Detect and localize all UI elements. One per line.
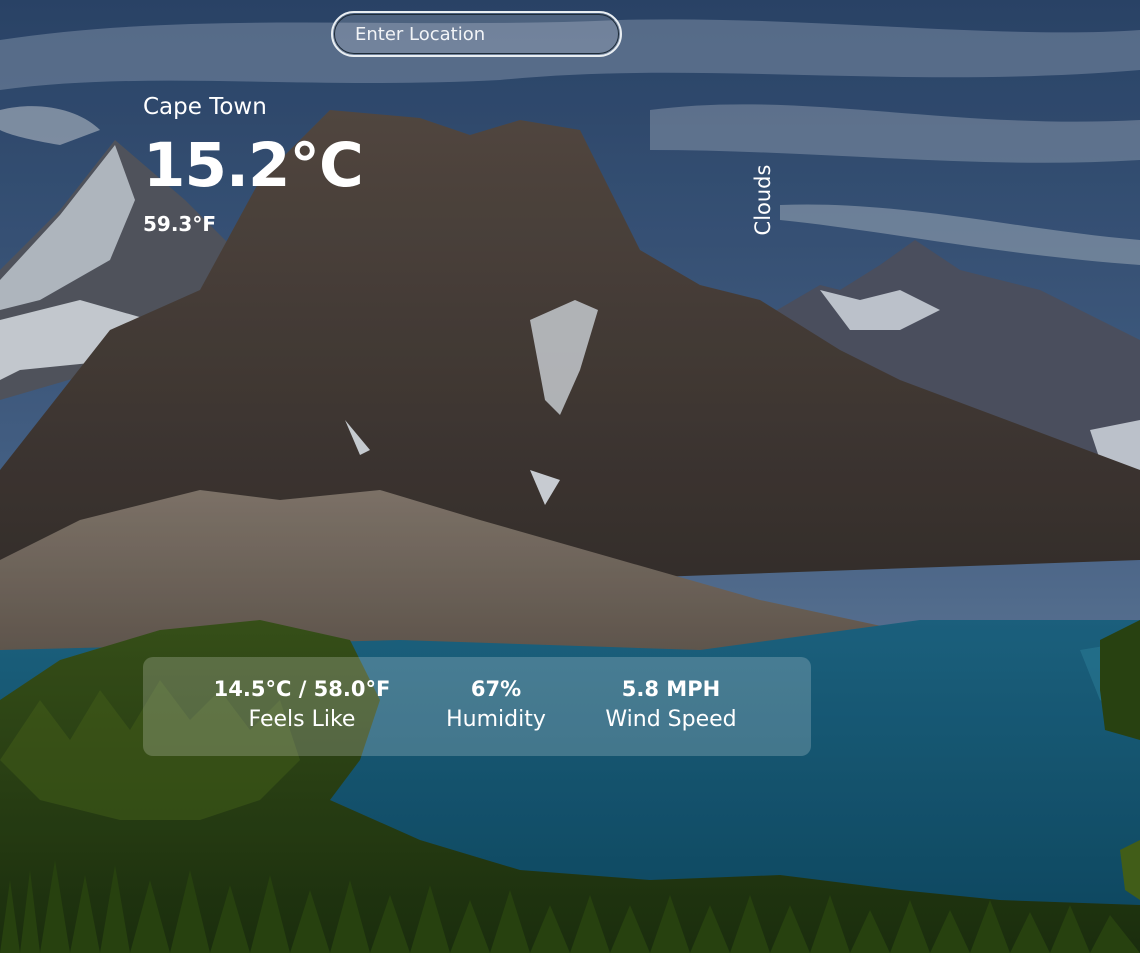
humidity-value: 67% [470,677,522,701]
wind-speed-stat: 5.8 MPH Wind Speed [591,677,751,732]
weather-condition: Clouds [751,164,775,236]
humidity-stat: 67% Humidity [435,677,557,732]
weather-stats-panel: 14.5°C / 58.0°F Feels Like 67% Humidity … [143,657,811,756]
wind-speed-value: 5.8 MPH [621,677,721,701]
wind-speed-label: Wind Speed [605,707,737,732]
temperature-celsius: 15.2°C [143,130,364,201]
feels-like-stat: 14.5°C / 58.0°F Feels Like [193,677,411,732]
temperature-fahrenheit: 59.3°F [143,212,217,236]
search-bar [331,11,622,57]
feels-like-label: Feels Like [248,707,356,732]
city-name: Cape Town [143,94,267,120]
humidity-label: Humidity [446,707,546,732]
feels-like-value: 14.5°C / 58.0°F [213,677,391,701]
location-search-input[interactable] [331,11,622,57]
